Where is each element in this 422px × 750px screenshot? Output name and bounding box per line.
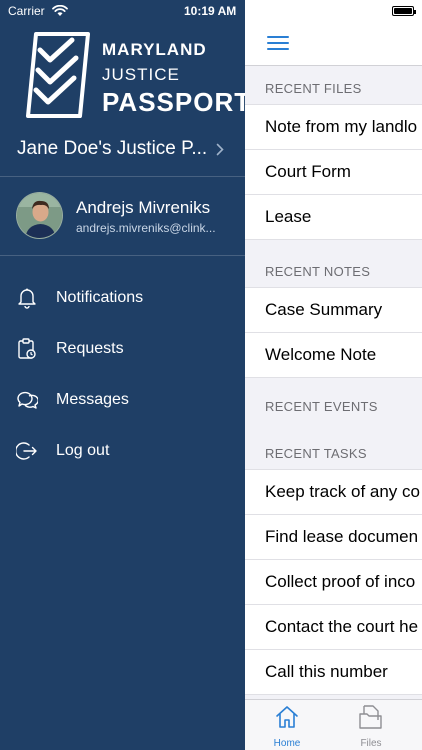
wifi-icon bbox=[52, 4, 68, 22]
files-icon bbox=[341, 704, 401, 732]
home-icon bbox=[257, 704, 317, 732]
chat-bubbles-icon bbox=[16, 389, 38, 411]
tab-bar: Home Files bbox=[245, 699, 422, 750]
menu-label: Requests bbox=[56, 339, 124, 357]
tab-label: Home bbox=[273, 738, 301, 749]
logo-text-maryland: MARYLAND bbox=[102, 40, 207, 59]
navigation-bar bbox=[245, 22, 422, 66]
clipboard-clock-icon bbox=[16, 337, 38, 360]
home-screen: RECENT FILES Note from my landlo Court F… bbox=[245, 0, 422, 750]
avatar bbox=[16, 192, 63, 239]
menu-item-messages[interactable]: Messages bbox=[0, 374, 245, 425]
list-item[interactable]: Keep track of any co bbox=[245, 470, 422, 515]
list-item[interactable]: Note from my landlo bbox=[245, 105, 422, 150]
divider bbox=[0, 255, 245, 256]
logo-text-passport: PASSPORT bbox=[102, 87, 252, 117]
checklist-logo-icon bbox=[26, 32, 90, 118]
section-header-recent-events: RECENT EVENTS bbox=[265, 399, 378, 414]
list-item[interactable]: Call this number bbox=[245, 650, 422, 695]
chevron-right-icon bbox=[216, 143, 224, 161]
passport-selector[interactable]: Jane Doe's Justice P... bbox=[17, 138, 230, 162]
menu-label: Messages bbox=[56, 390, 129, 408]
user-email: andrejs.mivreniks@clink... bbox=[76, 221, 216, 235]
drawer-menu: Notifications Requests Messages Log out bbox=[0, 272, 245, 476]
section-header-recent-notes: RECENT NOTES bbox=[265, 264, 371, 279]
divider bbox=[0, 176, 245, 177]
list-item[interactable]: Court Form bbox=[245, 150, 422, 195]
tab-label: Files bbox=[360, 738, 382, 749]
menu-label: Notifications bbox=[56, 288, 144, 306]
bell-icon bbox=[16, 287, 38, 309]
user-name: Andrejs Mivreniks bbox=[76, 198, 211, 217]
home-sections: RECENT FILES Note from my landlo Court F… bbox=[245, 66, 422, 695]
status-bar: Carrier 10:19 AM bbox=[0, 0, 245, 22]
status-bar-right bbox=[245, 0, 422, 22]
list-item[interactable]: Welcome Note bbox=[245, 333, 422, 378]
list-item[interactable]: Collect proof of inco bbox=[245, 560, 422, 605]
tab-home[interactable]: Home bbox=[257, 704, 317, 749]
battery-icon bbox=[392, 6, 416, 16]
logo-text-justice: JUSTICE bbox=[102, 65, 180, 84]
list-item[interactable]: Case Summary bbox=[245, 288, 422, 333]
list-item[interactable]: Lease bbox=[245, 195, 422, 240]
clock: 10:19 AM bbox=[184, 4, 237, 18]
logout-icon bbox=[16, 440, 38, 462]
list-item[interactable]: Find lease documen bbox=[245, 515, 422, 560]
list-item[interactable]: Contact the court he bbox=[245, 605, 422, 650]
menu-label: Log out bbox=[56, 441, 110, 459]
passport-name: Jane Doe's Justice P... bbox=[17, 138, 208, 159]
carrier-label: Carrier bbox=[8, 4, 45, 18]
section-header-recent-files: RECENT FILES bbox=[265, 81, 362, 96]
menu-item-logout[interactable]: Log out bbox=[0, 425, 245, 476]
hamburger-menu-icon[interactable] bbox=[267, 36, 289, 52]
section-header-recent-tasks: RECENT TASKS bbox=[265, 446, 367, 461]
side-drawer: Carrier 10:19 AM MARYLAND JUSTICE PASSPO… bbox=[0, 0, 250, 750]
menu-item-requests[interactable]: Requests bbox=[0, 323, 245, 374]
app-logo: MARYLAND JUSTICE PASSPORT bbox=[26, 32, 250, 122]
tab-files[interactable]: Files bbox=[341, 704, 401, 749]
menu-item-notifications[interactable]: Notifications bbox=[0, 272, 245, 323]
user-profile[interactable]: Andrejs Mivreniks andrejs.mivreniks@clin… bbox=[16, 192, 236, 240]
